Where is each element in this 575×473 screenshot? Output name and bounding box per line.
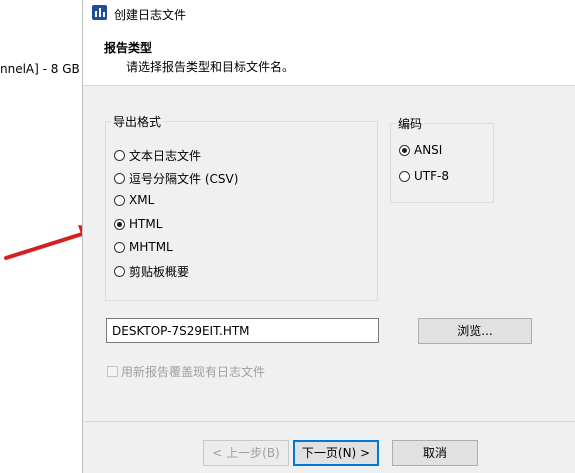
format-option-mhtml[interactable]: MHTML xyxy=(114,240,173,254)
header-panel: 报告类型 请选择报告类型和目标文件名。 xyxy=(83,27,575,86)
radio-label: 剪贴板概要 xyxy=(129,265,190,279)
radio-button[interactable] xyxy=(114,241,125,253)
next-button[interactable]: 下一页(N) > xyxy=(293,440,379,466)
cancel-button[interactable]: 取消 xyxy=(392,440,478,466)
radio-label: XML xyxy=(129,193,155,207)
radio-label: ANSI xyxy=(414,143,443,157)
radio-button[interactable] xyxy=(114,173,125,184)
title-bar: 创建日志文件 xyxy=(83,0,575,27)
radio-label: UTF-8 xyxy=(414,169,449,183)
format-option-csv[interactable]: 逗号分隔文件 (CSV) xyxy=(114,170,238,187)
radio-button[interactable] xyxy=(399,170,410,182)
header-subtitle: 请选择报告类型和目标文件名。 xyxy=(126,60,295,74)
radio-label: 文本日志文件 xyxy=(129,149,202,163)
browse-button[interactable]: 浏览... xyxy=(418,318,532,344)
header-title: 报告类型 xyxy=(104,41,153,55)
encoding-label: 编码 xyxy=(396,115,425,132)
radio-button-selected[interactable] xyxy=(399,144,410,156)
radio-label: MHTML xyxy=(129,240,173,254)
bar-chart-icon xyxy=(92,5,107,20)
format-option-text-log[interactable]: 文本日志文件 xyxy=(114,147,201,164)
encoding-group xyxy=(390,123,494,203)
encoding-option-ansi[interactable]: ANSI xyxy=(399,143,442,157)
format-option-xml[interactable]: XML xyxy=(114,193,154,207)
radio-button[interactable] xyxy=(114,194,125,206)
footer-divider xyxy=(83,421,575,422)
create-log-dialog: 创建日志文件 报告类型 请选择报告类型和目标文件名。 导出格式 文本日志文件 逗… xyxy=(82,0,575,473)
format-option-html[interactable]: HTML xyxy=(114,217,162,231)
radio-label: 逗号分隔文件 (CSV) xyxy=(129,172,239,186)
radio-button[interactable] xyxy=(114,266,125,277)
file-name-input[interactable]: DESKTOP-7S29EIT.HTM xyxy=(106,318,379,343)
checkbox-label: 用新报告覆盖现有日志文件 xyxy=(121,365,266,379)
radio-button[interactable] xyxy=(114,150,125,161)
export-format-label: 导出格式 xyxy=(111,113,164,130)
back-button[interactable]: < 上一步(B) xyxy=(203,440,289,466)
encoding-option-utf8[interactable]: UTF-8 xyxy=(399,169,449,183)
window-title: 创建日志文件 xyxy=(114,8,187,22)
checkbox[interactable] xyxy=(107,366,118,377)
radio-label: HTML xyxy=(129,217,163,231)
radio-button-selected[interactable] xyxy=(114,218,125,230)
format-option-clipboard[interactable]: 剪贴板概要 xyxy=(114,263,189,280)
overwrite-option[interactable]: 用新报告覆盖现有日志文件 xyxy=(107,363,265,380)
